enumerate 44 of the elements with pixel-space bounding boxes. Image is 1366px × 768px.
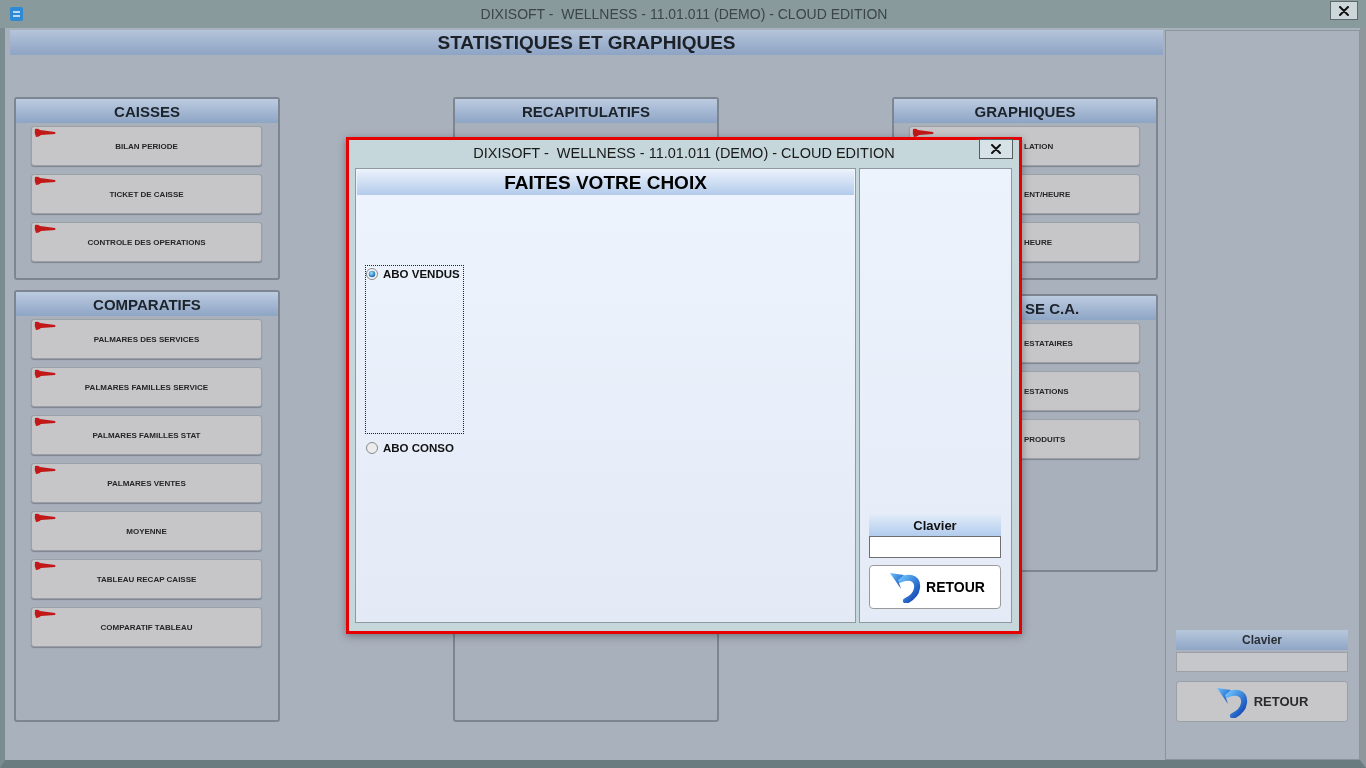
panel-header: RECAPITULATIFS	[455, 99, 717, 123]
pin-icon	[34, 561, 56, 571]
close-button[interactable]	[979, 139, 1013, 159]
menu-button[interactable]: PALMARES VENTES	[31, 463, 262, 503]
return-arrow-icon	[889, 571, 922, 603]
choice-heading: FAITES VOTRE CHOIX	[357, 170, 854, 195]
keyboard-field[interactable]	[1176, 652, 1348, 672]
close-icon	[991, 144, 1001, 154]
menu-button[interactable]: TABLEAU RECAP CAISSE	[31, 559, 262, 599]
return-arrow-icon	[1215, 685, 1248, 718]
panel-header: COMPARATIFS	[16, 292, 278, 316]
radio-option[interactable]: ABO VENDUS	[366, 266, 460, 281]
close-icon	[1339, 5, 1349, 16]
panel-header: CAISSES	[16, 99, 278, 123]
app-icon	[10, 7, 23, 21]
pin-icon	[34, 224, 56, 234]
close-button[interactable]	[1330, 1, 1358, 20]
window-title: DIXISOFT - WELLNESS - 11.01.011 (DEMO) - CLOUD EDITION	[480, 6, 888, 22]
menu-button[interactable]: TICKET DE CAISSE	[31, 174, 262, 214]
pin-icon	[34, 465, 56, 475]
page-header: STATISTIQUES ET GRAPHIQUES	[10, 30, 1163, 55]
menu-button[interactable]: PALMARES FAMILLES STAT	[31, 415, 262, 455]
menu-button[interactable]: BILAN PERIODE	[31, 126, 262, 166]
back-button[interactable]: RETOUR	[869, 565, 1001, 609]
pin-icon	[34, 417, 56, 427]
keyboard-field[interactable]	[869, 536, 1001, 558]
pin-icon	[34, 321, 56, 331]
radio-option[interactable]: ABO CONSO	[365, 440, 454, 455]
pin-icon	[34, 128, 56, 138]
menu-button[interactable]: PALMARES FAMILLES SERVICE	[31, 367, 262, 407]
pin-icon	[34, 176, 56, 186]
pin-icon	[912, 128, 934, 138]
menu-button[interactable]: CONTROLE DES OPERATIONS	[31, 222, 262, 262]
keyboard-label: Clavier	[1176, 630, 1348, 650]
dialog-title: DIXISOFT - WELLNESS - 11.01.011 (DEMO) - CLOUD EDITION	[473, 143, 895, 161]
pin-icon	[34, 513, 56, 523]
keyboard-label: Clavier	[869, 514, 1001, 536]
pin-icon	[34, 369, 56, 379]
menu-button[interactable]: COMPARATIF TABLEAU	[31, 607, 262, 647]
pin-icon	[34, 609, 56, 619]
menu-button[interactable]: PALMARES DES SERVICES	[31, 319, 262, 359]
back-button[interactable]: RETOUR	[1176, 681, 1348, 722]
menu-button[interactable]: MOYENNE	[31, 511, 262, 551]
panel-header: GRAPHIQUES	[894, 99, 1156, 123]
